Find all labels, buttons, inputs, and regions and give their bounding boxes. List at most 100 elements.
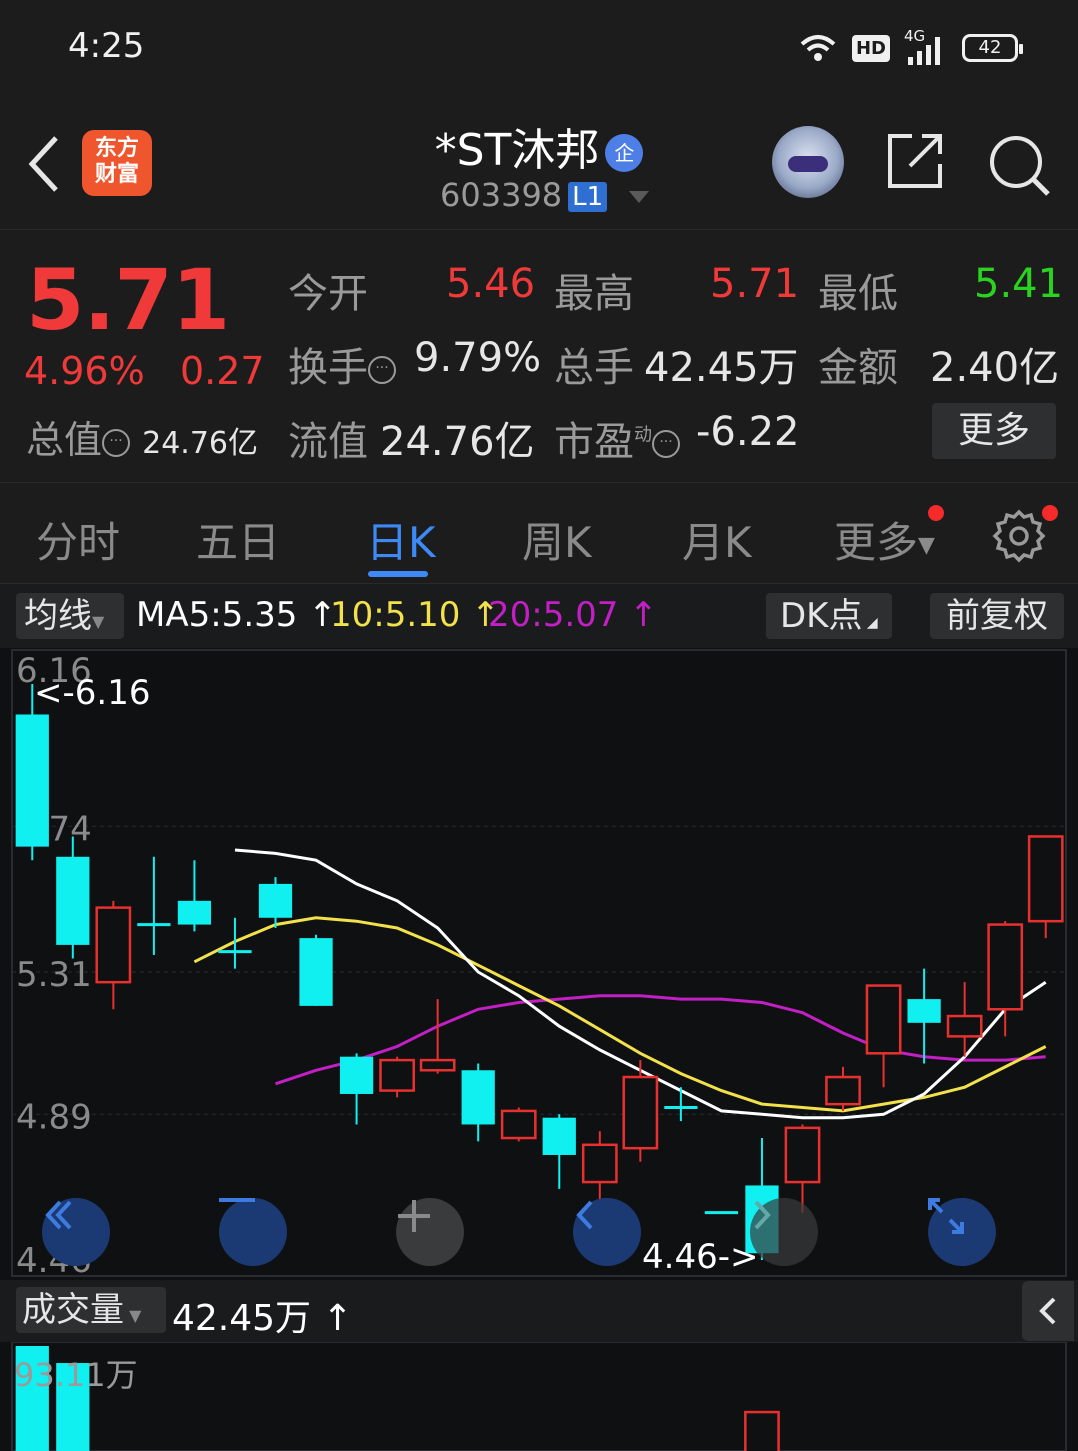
tab-five-day[interactable]: 五日 [196,509,280,570]
tab-weekly-k[interactable]: 周K [522,509,592,570]
candle [542,1114,576,1189]
notification-dot [928,505,944,521]
zoom-in-icon[interactable] [396,1198,464,1266]
chevron-left-icon [1039,1297,1056,1325]
high-label: 最高 [554,271,634,317]
dropdown-triangle-icon[interactable] [627,189,651,205]
turnover-value: 9.79% [414,335,542,381]
float-cap-label: 流值 [288,419,368,465]
tab-daily-k[interactable]: 日K [366,509,436,570]
robot-assistant-icon[interactable] [772,126,844,198]
candle [865,984,902,1088]
collapse-panel-button[interactable] [1022,1281,1074,1341]
candle-body [339,1056,374,1094]
volume-legend-bar: 成交量 ▼ 42.45万 ↑ [0,1281,1078,1341]
info-icon[interactable]: ··· [652,430,680,458]
low-value: 5.41 [974,261,1064,307]
ma5-label: MA5:5.35 ↑ [136,595,337,635]
candle-body [907,999,941,1023]
candle-body [865,984,902,1055]
zoom-out-icon[interactable] [219,1198,287,1266]
candle-body [500,1109,537,1140]
ma10-label: 10:5.10 ↑ [330,595,500,635]
stock-name: *ST沐邦 [434,125,600,176]
period-tabs: 分时 五日 日K 周K 月K 更多▼ [0,482,1078,584]
change-percent: 4.96% [24,349,145,393]
float-cap-value: 24.76亿 [380,419,535,465]
candle-body [95,906,132,984]
candle-body [946,1014,983,1038]
battery-icon: 42 [962,34,1023,62]
status-bar: 4:25 HD 4G 42 [0,0,1078,96]
wifi-icon [800,35,836,61]
pe-label: 市盈动 ··· [554,409,680,467]
tab-monthly-k[interactable]: 月K [682,509,752,570]
fullscreen-icon[interactable] [928,1198,996,1266]
indicator-select[interactable]: 均线▼ [16,593,124,639]
market-cap-cell: 总值 ··· 24.76亿 [26,418,258,462]
candle [946,982,983,1057]
network-type: 4G [904,27,926,45]
volume-chart[interactable]: 93.11万 [0,1341,1078,1451]
candle [461,1063,495,1142]
hd-icon: HD [851,34,890,62]
y-tick-label: 4.89 [16,1097,92,1137]
candle [218,917,252,969]
volume-bar [744,1410,780,1451]
open-label: 今开 [288,271,368,317]
candle [258,877,293,928]
tab-intraday[interactable]: 分时 [36,509,120,570]
gear-icon[interactable] [992,509,1046,563]
candle [339,1053,374,1125]
candle-body [299,938,333,1006]
scroll-left-icon[interactable] [573,1198,641,1266]
candle [299,934,333,1006]
volume-frame [11,1341,1067,1451]
notification-dot [1042,505,1058,521]
candle [825,1066,861,1111]
info-icon[interactable]: ··· [102,428,131,457]
kline-chart[interactable]: 6.16 5.74 5.31 4.89 4.46 <-6.16 4.46-> [0,648,1078,1280]
stock-code-row[interactable]: 603398 L1 [440,176,651,214]
candle-body [177,900,212,925]
candle-body [379,1058,415,1092]
candle-body [1027,835,1064,923]
candle-body [419,1058,456,1072]
kline-svg: 6.165.745.314.894.46 <-6.164.46-> [11,649,1067,1280]
ma-legend-bar: 均线▼ MA5:5.35 ↑ 10:5.10 ↑ 20:5.07 ↑ DK点 ◢… [0,585,1078,647]
y-tick-label: 5.31 [16,955,92,995]
ma20-label: 20:5.07 ↑ [488,595,658,635]
info-icon[interactable]: ··· [368,356,396,384]
amount-label: 金额 [818,345,898,391]
signal-icon: 4G [904,27,948,65]
candle [379,1056,415,1098]
candle-body [542,1117,576,1155]
max-price-marker: <-6.16 [34,673,150,713]
candle-body [56,856,90,945]
candle [987,921,1024,1037]
candle [1027,835,1064,939]
search-icon[interactable] [988,134,1052,198]
open-value: 5.46 [446,261,536,307]
candle-body [461,1070,495,1125]
share-icon[interactable] [886,130,946,190]
pe-value: -6.22 [696,409,800,455]
volume-legend-value: 42.45万 ↑ [172,1298,353,1339]
volume-indicator-select[interactable]: 成交量 ▼ [16,1287,166,1333]
candle [500,1107,537,1142]
forward-adjust-button[interactable]: 前复权 [930,593,1064,639]
candle [95,900,132,1010]
stock-header: 东方 财富 *ST沐邦企 603398 L1 [0,96,1078,230]
volume-max-tick: 93.11万 [14,1356,138,1394]
more-quote-button[interactable]: 更多 [932,403,1056,459]
rewind-icon[interactable] [42,1198,110,1266]
candle-body [15,714,49,847]
enterprise-badge: 企 [605,134,644,172]
dk-point-button[interactable]: DK点 ◢ [766,593,892,639]
turnover-label: 换手 ··· [288,335,396,393]
scroll-right-icon[interactable] [750,1198,818,1266]
level-badge: L1 [568,182,608,212]
tab-more[interactable]: 更多▼ [834,509,935,570]
stock-code: 603398 [440,176,563,214]
candle-body [825,1075,861,1106]
